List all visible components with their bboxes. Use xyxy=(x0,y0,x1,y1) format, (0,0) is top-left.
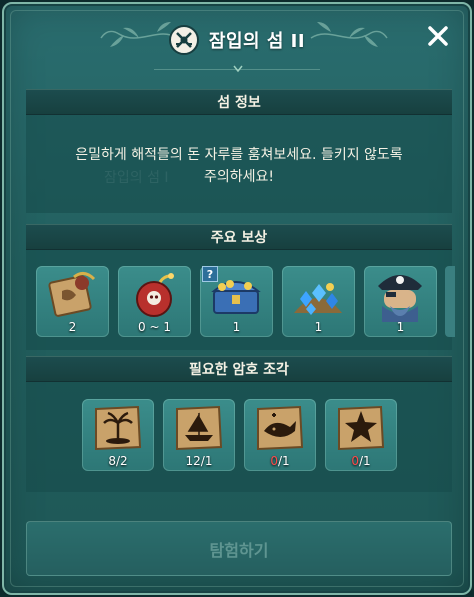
description-line-1: 은밀하게 해적들의 돈 자루를 훔쳐보세요. 들키지 않도록 xyxy=(75,147,403,163)
rewards-header: 주요 보상 xyxy=(26,224,452,250)
island-info-dialog: 잠입의 섬 II 섬 정보 잠입의 섬 I 은밀하게 해적들의 돈 자루를 훔쳐… xyxy=(2,2,472,595)
reward-item[interactable]: 1 xyxy=(282,266,355,337)
code-pieces-header: 필요한 암호 조각 xyxy=(26,356,452,382)
code-piece-have: 0 xyxy=(351,454,359,468)
reward-item[interactable]: 0 ~ 1 xyxy=(118,266,191,337)
reward-count: 1 xyxy=(396,320,405,334)
reward-count: 0 ~ 1 xyxy=(138,320,171,334)
reward-count: 1 xyxy=(232,320,241,334)
island-info-header: 섬 정보 xyxy=(26,89,452,115)
code-piece-have: 0 xyxy=(270,454,278,468)
reward-list: 2 0 ~ 1 1 1 1 xyxy=(36,266,437,337)
dialog-title: 잠입의 섬 II xyxy=(208,31,306,52)
reward-count: 2 xyxy=(68,320,77,334)
code-piece-item[interactable]: 0/1 xyxy=(325,399,397,471)
code-piece-list: 8/2 12/1 0/1 0/1 xyxy=(82,399,397,471)
divider-diamond-icon xyxy=(233,65,243,73)
whale-map-piece-icon xyxy=(257,405,304,451)
description-line-2: 주의하세요! xyxy=(203,169,274,185)
code-piece-need: /1 xyxy=(277,454,290,468)
close-button[interactable] xyxy=(424,22,452,50)
explore-button[interactable]: 탐험하기 xyxy=(26,521,452,576)
island-description: 은밀하게 해적들의 돈 자루를 훔쳐보세요. 들키지 않도록 주의하세요! xyxy=(26,144,452,188)
sailing-ship-map-piece-icon xyxy=(176,405,223,451)
crossed-swords-emblem-icon xyxy=(168,25,199,55)
code-piece-item[interactable]: 8/2 xyxy=(82,399,154,471)
skull-bomb-icon xyxy=(136,273,174,317)
code-piece-count: 8/2 xyxy=(82,454,154,468)
code-piece-need: /2 xyxy=(115,454,128,468)
close-icon xyxy=(428,26,448,46)
code-piece-need: /1 xyxy=(358,454,371,468)
reward-item[interactable]: 1 xyxy=(364,266,437,337)
reward-list-overflow-edge xyxy=(445,266,455,337)
code-piece-need: /1 xyxy=(200,454,213,468)
code-piece-item[interactable]: 0/1 xyxy=(244,399,316,471)
reward-count: 1 xyxy=(314,320,323,334)
code-piece-item[interactable]: 12/1 xyxy=(163,399,235,471)
code-piece-count: 0/1 xyxy=(244,454,316,468)
reward-item[interactable]: 2 xyxy=(36,266,109,337)
blue-gem-pile-icon xyxy=(294,283,342,315)
code-piece-have: 8 xyxy=(108,454,116,468)
code-piece-count: 0/1 xyxy=(325,454,397,468)
code-piece-have: 12 xyxy=(185,454,201,468)
code-piece-count: 12/1 xyxy=(163,454,235,468)
pirate-treasure-map-icon xyxy=(48,272,96,317)
palm-island-map-piece-icon xyxy=(95,405,142,451)
title-bar: 잠입의 섬 II xyxy=(4,20,470,60)
pirate-captain-portrait-icon xyxy=(378,275,422,322)
random-reward-question-badge[interactable]: ? xyxy=(202,266,218,282)
starfish-map-piece-icon xyxy=(338,405,385,451)
